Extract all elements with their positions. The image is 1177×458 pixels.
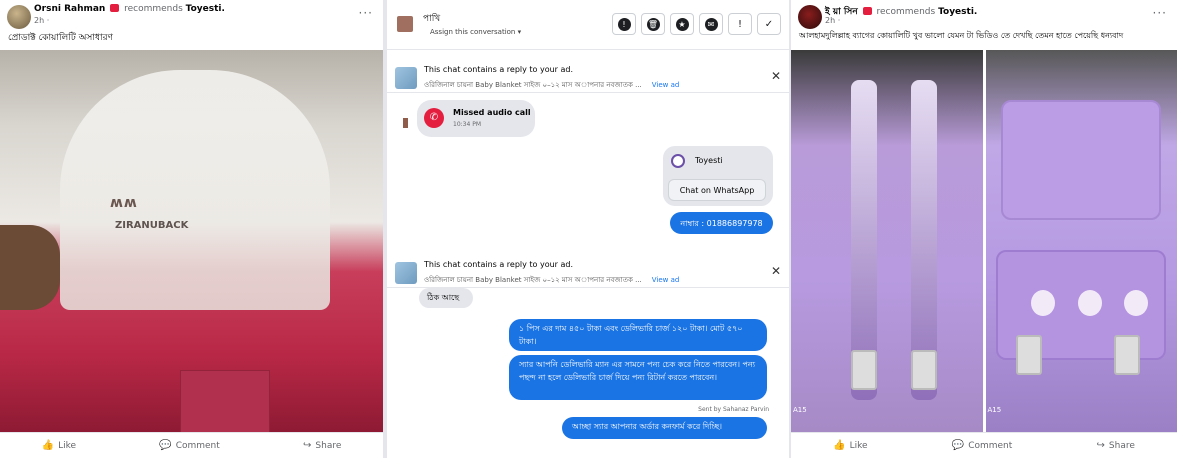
watermark: A15 bbox=[987, 406, 1002, 414]
post-time: 2h · bbox=[825, 16, 841, 25]
ad-thumbnail[interactable] bbox=[395, 262, 417, 284]
recommends-text: recommends bbox=[876, 7, 936, 17]
thumbs-up-icon: 👍 bbox=[833, 440, 846, 451]
bag-back-image: A15 bbox=[791, 50, 983, 432]
missed-call-time: 10:34 PM bbox=[453, 121, 481, 128]
ad-reply-banner: This chat contains a reply to your ad. ও… bbox=[387, 55, 789, 93]
close-icon[interactable]: ✕ bbox=[771, 69, 781, 83]
comment-icon: 💬 bbox=[951, 440, 965, 451]
comment-button[interactable]: 💬 Comment bbox=[952, 440, 1013, 451]
bag-patch bbox=[180, 370, 270, 432]
ad-reply-subtitle: ওরিজিনাল চায়না Baby Blanket সাইজ ০–১২ ম… bbox=[424, 81, 680, 89]
post-header: ই য়া সিন recommends Toyesti. 2h · ··· bbox=[791, 0, 1177, 29]
ad-reply-title: This chat contains a reply to your ad. bbox=[424, 65, 574, 74]
recommend-flag-icon bbox=[110, 4, 120, 12]
post-photos[interactable]: A15 A15 bbox=[791, 50, 1177, 432]
post-time: 2h · bbox=[34, 16, 50, 25]
star-icon: ★ bbox=[675, 17, 689, 31]
done-button[interactable]: ✓ bbox=[757, 13, 781, 35]
exclamation-icon: ! bbox=[737, 18, 742, 30]
recommend-flag-icon bbox=[862, 7, 872, 15]
page-name[interactable]: Toyesti. bbox=[938, 7, 977, 17]
more-options-icon[interactable]: ··· bbox=[359, 6, 373, 20]
chat-on-whatsapp-button[interactable]: Chat on WhatsApp bbox=[668, 179, 766, 201]
spam-button[interactable]: ! bbox=[728, 13, 752, 35]
outgoing-message[interactable]: ১ পিস এর দাম ৪৫০ টাকা এবং ডেলিভারি চার্জ… bbox=[509, 319, 767, 351]
author-name[interactable]: Orsni Rahman bbox=[34, 4, 105, 14]
post-text: আলহামদুলিল্লাহ ব্যাগের কোয়ালিটি খুব ভাল… bbox=[799, 31, 1124, 40]
check-icon: ✓ bbox=[764, 18, 774, 30]
outgoing-message[interactable]: স্যার আপনি ডেলিভারি ম্যান এর সামনে পন্য … bbox=[509, 355, 767, 400]
share-button[interactable]: ↪ Share bbox=[1097, 440, 1135, 451]
bag-logo: ʍʍ bbox=[110, 195, 138, 211]
post-actions: 👍 Like 💬 Comment ↪ Share bbox=[0, 432, 383, 458]
contact-name: পাখি bbox=[423, 14, 441, 24]
mail-button[interactable]: ✉ bbox=[699, 13, 723, 35]
share-button[interactable]: ↪ Share bbox=[303, 440, 341, 451]
post-photo[interactable]: ʍʍ ZIRANUBACK bbox=[0, 50, 383, 432]
post-author-line: ই য়া সিন recommends Toyesti. bbox=[825, 4, 977, 19]
bag-image: ʍʍ ZIRANUBACK bbox=[0, 50, 383, 432]
outgoing-message[interactable]: আচ্ছা স্যার আপনার অর্ডার কনফার্ম করে দিচ… bbox=[562, 417, 767, 439]
bag-brand-text: ZIRANUBACK bbox=[115, 220, 189, 231]
view-ad-link[interactable]: View ad bbox=[652, 276, 680, 284]
more-options-icon[interactable]: ··· bbox=[1153, 6, 1167, 20]
like-button[interactable]: 👍 Like bbox=[833, 440, 867, 451]
trash-icon: 🗑 bbox=[646, 17, 660, 31]
watermark: A15 bbox=[793, 406, 807, 414]
sent-by-label: Sent by Sahanaz Parvin bbox=[698, 406, 769, 413]
whatsapp-card-name: Toyesti bbox=[695, 156, 723, 165]
ad-thumbnail[interactable] bbox=[395, 67, 417, 89]
recommends-text: recommends bbox=[124, 4, 183, 14]
post-actions: 👍 Like 💬 Comment ↪ Share bbox=[791, 432, 1177, 458]
post-text: প্রোডাক্ট কোয়ালিটি অসাধারণ bbox=[8, 33, 113, 43]
avatar[interactable] bbox=[7, 5, 31, 29]
ad-reply-subtitle: ওরিজিনাল চায়না Baby Blanket সাইজ ০–১২ ম… bbox=[424, 276, 680, 284]
thumbs-up-icon: 👍 bbox=[41, 440, 55, 451]
page-name[interactable]: Toyesti. bbox=[186, 4, 225, 14]
hand-image bbox=[0, 225, 60, 310]
info-button[interactable]: ! bbox=[612, 13, 636, 35]
ad-reply-title: This chat contains a reply to your ad. bbox=[424, 260, 574, 269]
contact-avatar[interactable] bbox=[397, 16, 413, 32]
incoming-message[interactable]: ঠিক আছে bbox=[419, 288, 473, 308]
post-author-line: Orsni Rahman recommends Toyesti. bbox=[34, 4, 225, 14]
ad-reply-banner-2: This chat contains a reply to your ad. ও… bbox=[387, 250, 789, 288]
comment-icon: 💬 bbox=[159, 440, 172, 451]
chat-header: পাখি Assign this conversation ▾ ! 🗑 ★ ✉ … bbox=[387, 0, 789, 50]
whatsapp-card: Toyesti Chat on WhatsApp bbox=[663, 146, 773, 206]
like-button[interactable]: 👍 Like bbox=[42, 440, 76, 451]
delete-button[interactable]: 🗑 bbox=[641, 13, 665, 35]
chat-toolbar: ! 🗑 ★ ✉ ! ✓ bbox=[612, 13, 781, 35]
info-icon: ! bbox=[617, 17, 631, 31]
star-button[interactable]: ★ bbox=[670, 13, 694, 35]
comment-button[interactable]: 💬 Comment bbox=[159, 440, 220, 451]
bag-front-image: A15 bbox=[985, 50, 1177, 432]
left-post: Orsni Rahman recommends Toyesti. 2h · ··… bbox=[0, 0, 383, 458]
missed-call-bubble[interactable]: ✆ Missed audio call 10:34 PM bbox=[417, 100, 535, 137]
right-post: ই য়া সিন recommends Toyesti. 2h · ··· আ… bbox=[791, 0, 1177, 458]
mail-icon: ✉ bbox=[704, 17, 718, 31]
missed-call-icon: ✆ bbox=[424, 108, 444, 128]
missed-call-title: Missed audio call bbox=[453, 108, 531, 117]
post-header: Orsni Rahman recommends Toyesti. 2h · ··… bbox=[0, 0, 383, 29]
page-logo bbox=[671, 154, 685, 168]
chat-panel: পাখি Assign this conversation ▾ ! 🗑 ★ ✉ … bbox=[387, 0, 789, 458]
share-icon: ↪ bbox=[303, 440, 312, 451]
avatar[interactable] bbox=[798, 5, 822, 29]
view-ad-link[interactable]: View ad bbox=[652, 81, 680, 89]
assign-conversation-dropdown[interactable]: Assign this conversation ▾ bbox=[430, 28, 521, 36]
number-message[interactable]: নাম্বার : 01886897978 bbox=[670, 212, 773, 234]
close-icon[interactable]: ✕ bbox=[771, 264, 781, 278]
contact-mini-avatar bbox=[403, 118, 408, 128]
share-icon: ↪ bbox=[1096, 440, 1105, 451]
